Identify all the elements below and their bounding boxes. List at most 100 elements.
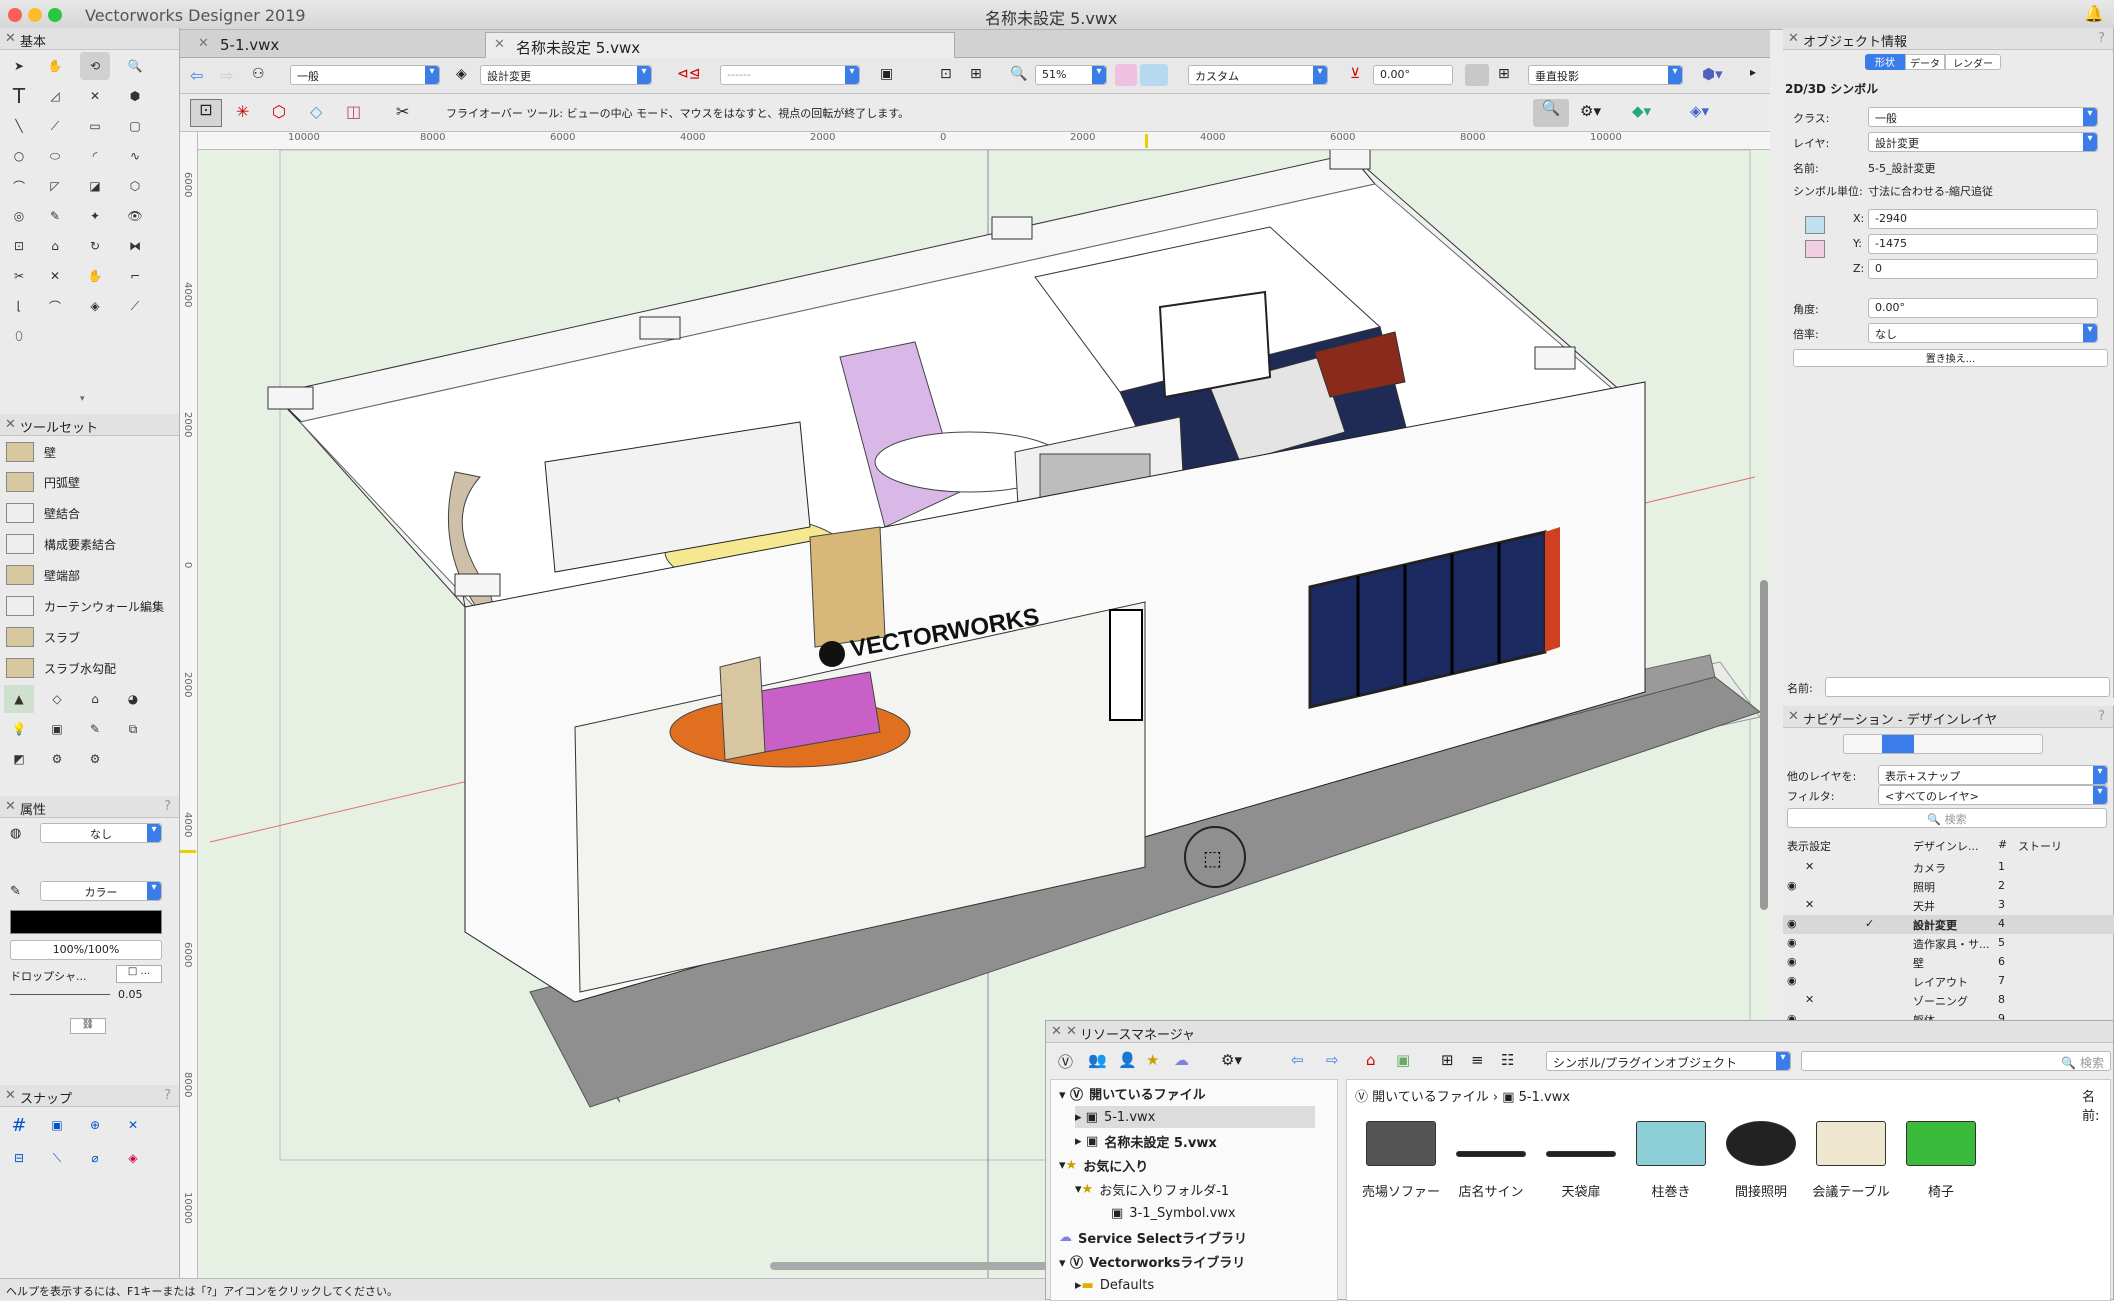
flyover-mode-icon[interactable]: ⊡ (190, 99, 222, 127)
scale-dropdown[interactable]: なし (1868, 323, 2098, 343)
back-icon[interactable]: ⇦ (1291, 1051, 1304, 1069)
dims-icon[interactable]: ⧉ (118, 715, 148, 743)
snap-intersection-icon[interactable]: ✕ (118, 1111, 148, 1139)
toolset-item[interactable]: スラブ水勾配 (6, 654, 116, 682)
render-options-icon[interactable]: ⬢▾ (1702, 65, 1723, 83)
layer-row[interactable]: ◉ 造作家具・サ... 5 (1783, 934, 2114, 953)
replace-button[interactable]: 置き換え... (1793, 349, 2108, 367)
toolset-item[interactable]: 壁端部 (6, 561, 80, 589)
close-icon[interactable]: ✕ (5, 417, 16, 432)
tree-favorite-folder[interactable]: ▾ ★ お気に入りフォルダ-1 (1075, 1178, 1229, 1200)
tree-symbol-file[interactable]: ▣ 3-1_Symbol.vwx (1111, 1202, 1236, 1224)
layer-row[interactable]: ◉ レイアウト 7 (1783, 972, 2114, 991)
user-icon[interactable]: 👤 (1118, 1051, 1137, 1069)
resource-item[interactable]: 間接照明 (1716, 1121, 1806, 1200)
tree-defaults[interactable]: ▸ ▬ Defaults (1075, 1274, 1154, 1296)
rectangle-tool[interactable]: ▭ (80, 112, 110, 140)
saved-view-dropdown[interactable]: ------ (720, 65, 860, 85)
class-dropdown[interactable]: 一般 (1868, 107, 2098, 127)
mirror-tool[interactable]: ⧓ (120, 232, 150, 260)
tree-file-5-1[interactable]: ▸ ▣ 5-1.vwx (1075, 1106, 1315, 1128)
tree-file-untitled[interactable]: ▸ ▣ 名称未設定 5.vwx (1075, 1130, 1217, 1152)
tab-shape[interactable]: 形状 (1865, 54, 1905, 70)
list-view-icon[interactable]: ≡ (1471, 1051, 1484, 1069)
help-icon[interactable]: ? (2098, 31, 2105, 46)
fit-to-objects-icon[interactable]: ⊡ (940, 66, 952, 82)
layer-dropdown[interactable]: 設計変更 (1868, 132, 2098, 152)
plane-icon[interactable] (1805, 216, 1825, 234)
more-icon[interactable]: ▸ (1750, 65, 1756, 79)
callout-tool[interactable]: ◿ (40, 82, 70, 110)
zoom-window-button[interactable] (48, 8, 62, 22)
tree-favorites[interactable]: ▾ ★ お気に入り (1059, 1154, 1148, 1176)
breadcrumb-file[interactable]: 5-1.vwx (1519, 1090, 1570, 1105)
furniture-icon[interactable]: ▣ (42, 715, 72, 743)
toolset-item[interactable]: スラブ (6, 623, 80, 651)
snap-edge-icon[interactable]: ⟍ (42, 1144, 72, 1172)
freehand-tool[interactable]: ∿ (120, 142, 150, 170)
opacity-field[interactable]: 100%/100% (10, 940, 162, 960)
3d-modeling-icon[interactable]: ◩ (4, 745, 34, 773)
x-field[interactable]: -2940 (1868, 209, 2098, 229)
visibility-tool[interactable]: ✦ (80, 202, 110, 230)
tree-open-files[interactable]: ▾ Ⓥ 開いているファイル (1059, 1082, 1206, 1104)
hidden-icon[interactable]: ✕ (1805, 860, 1814, 873)
back-icon[interactable]: ⇦ (190, 66, 203, 85)
layer-row[interactable]: ◉ ✓ 設計変更 4 (1783, 915, 2114, 934)
magnify-mode-icon[interactable]: 🔍 (1533, 99, 1569, 127)
spotlight-icon[interactable]: 💡 (4, 715, 34, 743)
layer-row[interactable]: ✕ ゾーニング 8 (1783, 991, 2114, 1010)
folder-icon[interactable]: ▣ (1396, 1051, 1410, 1069)
close-tab-icon[interactable]: ✕ (494, 37, 505, 52)
visible-eye-icon[interactable]: ◉ (1787, 936, 1797, 949)
resource-type-dropdown[interactable]: シンボル/プラグインオブジェクト (1546, 1051, 1791, 1071)
building-icon[interactable]: ⌂ (80, 685, 110, 713)
visible-eye-icon[interactable]: ◉ (1787, 917, 1797, 930)
reshape-tool[interactable]: ⊡ (4, 232, 34, 260)
wp-mode-icon[interactable]: ◫ (346, 102, 361, 121)
fill-style-dropdown[interactable]: なし (40, 823, 162, 843)
split-tool[interactable]: ✂ (4, 262, 34, 290)
working-plane-icon[interactable] (1140, 64, 1168, 86)
eraser-tool[interactable]: ◈ (80, 292, 110, 320)
circle-tool[interactable]: ○ (4, 142, 34, 170)
settings-mode-icon[interactable]: ✂ (396, 102, 409, 121)
fit-to-page-icon[interactable]: ⊞ (970, 66, 982, 82)
hidden-icon[interactable]: ✕ (1805, 898, 1814, 911)
help-icon[interactable]: ? (164, 1088, 171, 1103)
site-tools-icon[interactable]: ▲ (4, 685, 34, 713)
symbol-tool[interactable]: ⬢ (120, 82, 150, 110)
building-shell-icon[interactable]: ◇ (42, 685, 72, 713)
help-icon[interactable]: ? (2098, 709, 2105, 724)
forward-icon[interactable]: ⇨ (220, 66, 233, 85)
close-icon[interactable]: ✕ ✕ (1051, 1024, 1077, 1039)
toolset-item[interactable]: 壁結合 (6, 499, 80, 527)
object-name-field[interactable] (1825, 677, 2110, 697)
screen-plane-icon[interactable] (1805, 240, 1825, 258)
group-tool[interactable]: ⬯ (4, 322, 34, 350)
plane-mode-icon[interactable]: ◇ (310, 102, 322, 121)
detailing-icon[interactable]: ✎ (80, 715, 110, 743)
forward-icon[interactable]: ⇨ (1326, 1051, 1339, 1069)
snap-grid-icon[interactable]: # (4, 1111, 34, 1139)
layer-row[interactable]: ◉ 照明 2 (1783, 877, 2114, 896)
rotate-tool[interactable]: ↻ (80, 232, 110, 260)
z-field[interactable]: 0 (1868, 259, 2098, 279)
resource-item[interactable]: 会議テーブル (1806, 1121, 1896, 1200)
active-class-dropdown[interactable]: 一般 (290, 65, 440, 85)
arc-tool[interactable]: ◜ (80, 142, 110, 170)
star-icon[interactable]: ★ (1146, 1051, 1159, 1069)
cloud-icon[interactable]: ☁ (1174, 1051, 1189, 1069)
double-line-tool[interactable]: ⟋ (40, 112, 70, 140)
nav-search-input[interactable]: 🔍 検索 (1787, 808, 2107, 828)
layer-row[interactable]: ◉ 壁 6 (1783, 953, 2114, 972)
clip-tool[interactable]: ⌒ (40, 292, 70, 320)
close-tab-icon[interactable]: ✕ (198, 36, 209, 51)
vectorworks-icon[interactable]: Ⓥ (1058, 1051, 1073, 1072)
link-icon[interactable]: ⛓ (70, 1018, 106, 1034)
attribute-mapping-tool[interactable]: 👁 (120, 202, 150, 230)
snap-angle-icon[interactable]: ⊕ (80, 1111, 110, 1139)
eyedropper-tool[interactable]: ✎ (40, 202, 70, 230)
chamfer-tool[interactable]: ⌊ (4, 292, 34, 320)
resource-item[interactable]: 椅子 (1896, 1121, 1986, 1200)
